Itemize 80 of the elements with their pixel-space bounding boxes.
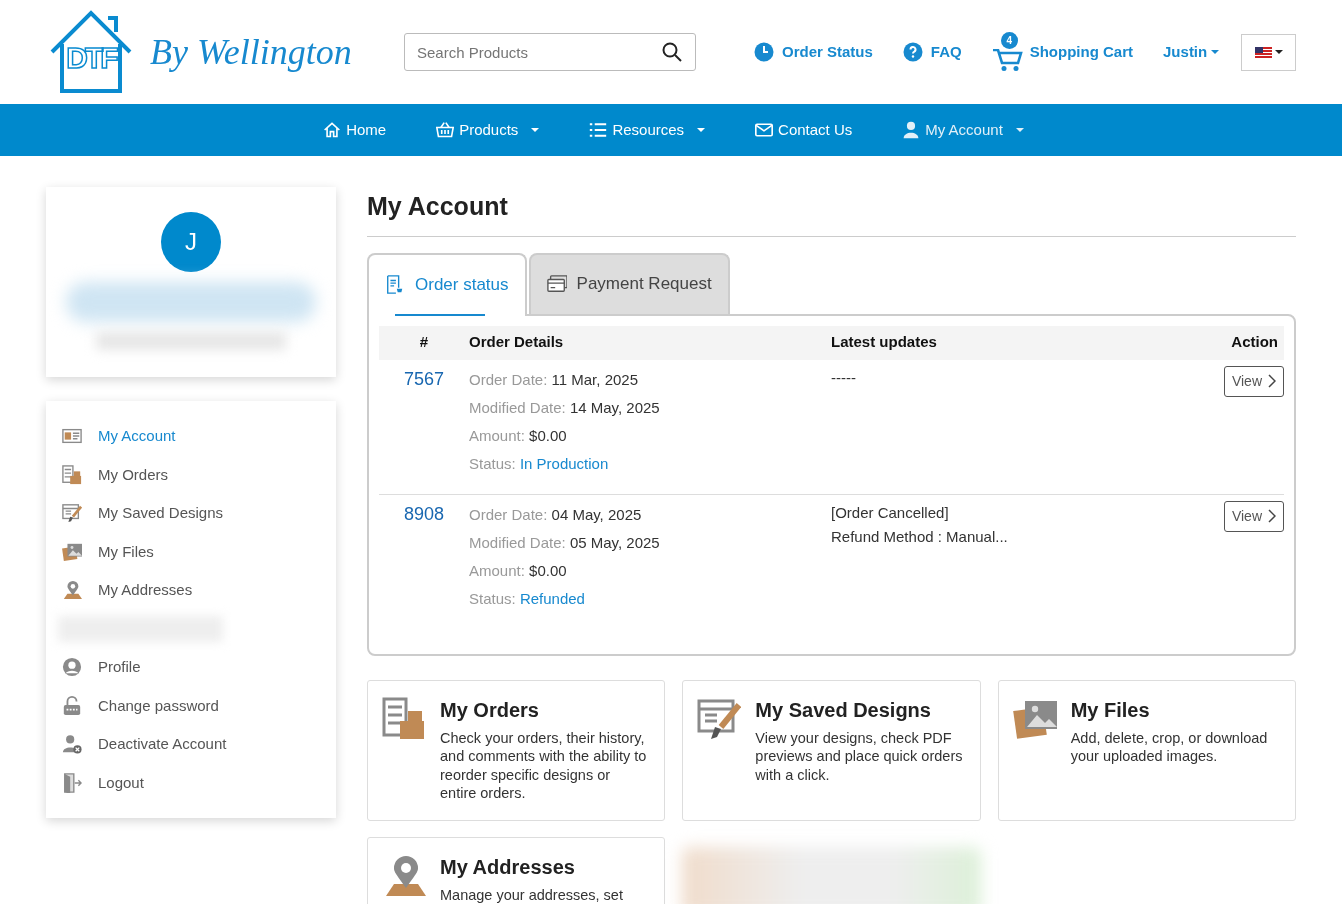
detail-text: Status: Refunded xyxy=(469,589,585,607)
sidebar-item[interactable]: My Saved Designs xyxy=(62,494,336,533)
logo-text[interactable]: By Wellington xyxy=(150,25,352,79)
card-title: My Addresses xyxy=(440,854,576,879)
card-title: My Files xyxy=(1070,697,1151,722)
language-dropdown[interactable] xyxy=(1241,33,1296,71)
cart-link[interactable]: Shopping Cart xyxy=(1029,40,1134,64)
brush-window-icon xyxy=(62,503,82,524)
feature-card[interactable]: My Addresses Manage your addresses, set xyxy=(367,836,666,904)
us-flag-icon xyxy=(1254,46,1272,58)
location-pin-icon xyxy=(62,580,82,601)
user-menu[interactable]: Justin xyxy=(1163,40,1220,64)
feature-card[interactable]: My Saved Designs View your designs, check PDF previews and place quick orders with a click. xyxy=(682,679,981,821)
sidebar-item[interactable]: Logout xyxy=(62,763,336,802)
sidebar-item[interactable]: Profile xyxy=(62,648,336,687)
header-link[interactable]: FAQ xyxy=(930,40,962,64)
card-title: My Saved Designs xyxy=(755,697,932,722)
sidebar-item[interactable]: Change password xyxy=(62,686,336,725)
nav-menu-item[interactable]: Products xyxy=(436,118,540,142)
sidebar-item[interactable]: My Orders xyxy=(62,455,336,494)
update-text: Refund Method : Manual... xyxy=(831,527,1008,545)
detail-text: Order Date: 11 Mar, 2025 xyxy=(469,370,638,388)
credit-card-icon xyxy=(546,274,567,294)
checklist-boxes-icon xyxy=(62,464,82,485)
header-link[interactable]: Order Status xyxy=(782,40,873,64)
feature-card[interactable]: My Files Add, delete, crop, or download your uploaded images. xyxy=(997,679,1296,821)
user-remove-icon xyxy=(62,734,82,755)
card-title: My Orders xyxy=(440,697,540,722)
column-header: Order Details xyxy=(469,333,564,351)
detail-text: Modified Date: 14 May, 2025 xyxy=(469,398,660,416)
search-icon[interactable] xyxy=(662,42,682,62)
card-description: Manage your addresses, set xyxy=(440,885,623,904)
nav-menu-item[interactable]: Contact Us xyxy=(755,118,853,142)
user-icon xyxy=(902,121,921,139)
house-logo[interactable]: DTF xyxy=(46,8,136,96)
tab[interactable]: Payment Request xyxy=(528,252,730,314)
sidebar-item[interactable]: My Files xyxy=(62,532,336,571)
column-header: Action xyxy=(1231,333,1278,351)
nav-menu-item[interactable]: Home xyxy=(323,118,387,142)
envelope-icon xyxy=(755,121,774,139)
card-description: Add, delete, crop, or download your uploaded images. xyxy=(1070,728,1269,766)
detail-text: Order Date: 04 May, 2025 xyxy=(469,505,642,523)
basket-icon xyxy=(436,121,455,139)
update-text: ----- xyxy=(831,368,856,386)
sidebar-item[interactable]: My Addresses xyxy=(62,571,336,610)
sidebar-item[interactable]: Deactivate Account xyxy=(62,725,336,764)
lock-icon xyxy=(62,695,82,716)
user-avatar: J xyxy=(161,212,221,272)
image-icon xyxy=(62,541,82,562)
cart-count-badge: 4 xyxy=(1000,32,1018,49)
door-exit-icon xyxy=(62,772,82,793)
chevron-right-icon xyxy=(1268,374,1276,388)
card-description: View your designs, check PDF previews and place quick orders with a click. xyxy=(755,728,964,785)
order-number-link[interactable]: 8908 xyxy=(403,503,444,524)
detail-text: Amount: $0.00 xyxy=(469,426,567,444)
detail-text: Modified Date: 05 May, 2025 xyxy=(469,533,660,551)
home-icon xyxy=(323,121,342,139)
view-button[interactable]: View xyxy=(1223,500,1284,532)
view-button[interactable]: View xyxy=(1223,365,1284,397)
detail-text: Amount: $0.00 xyxy=(469,561,567,579)
feature-card[interactable]: My Orders Check your orders, their history, and comments with the ability to reorder specific designs or entire orders. xyxy=(367,679,666,821)
nav-menu-item[interactable]: Resources xyxy=(589,118,706,142)
order-number-link[interactable]: 7567 xyxy=(403,368,444,389)
update-text: [Order Cancelled] xyxy=(831,503,949,521)
cart-icon[interactable] xyxy=(991,49,1024,72)
clock-icon xyxy=(754,42,774,62)
page-title: My Account xyxy=(367,188,1296,237)
detail-text: Status: In Production xyxy=(469,454,609,472)
receipt-icon xyxy=(385,275,405,295)
list-icon xyxy=(589,121,608,139)
tab[interactable]: Order status xyxy=(367,252,527,316)
sidebar-item[interactable]: My Account xyxy=(62,417,336,456)
search-field[interactable]: Search Products xyxy=(404,33,696,71)
column-header: # xyxy=(419,333,429,351)
help-icon xyxy=(902,42,923,62)
chevron-right-icon xyxy=(1268,509,1276,523)
column-header: Latest updates xyxy=(831,333,937,351)
checklist-boxes-icon xyxy=(382,696,426,741)
card-description: Check your orders, their history, and comments with the ability to reorder specific designs or entire orders. xyxy=(440,728,648,803)
user-circle-icon xyxy=(62,657,82,678)
